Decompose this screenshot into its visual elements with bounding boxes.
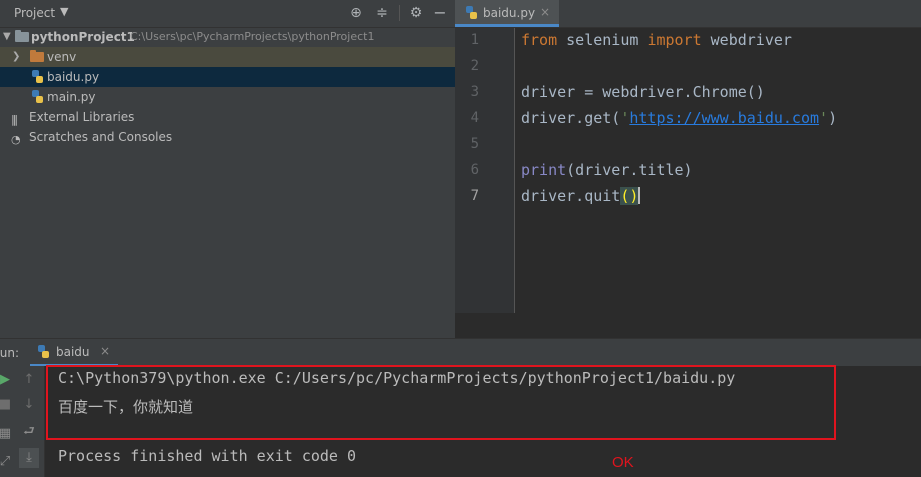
line-number: 1 <box>470 32 479 48</box>
line-number-gutter: 1 2 3 4 5 6 7 <box>455 28 515 313</box>
pin-icon[interactable]: ⤢ <box>0 452 15 472</box>
soft-wrap-icon[interactable]: ⮐ <box>19 422 39 442</box>
text-cursor <box>638 187 641 204</box>
python-file-icon <box>32 90 43 103</box>
arrow-up-icon[interactable]: ↑ <box>19 370 39 390</box>
editor-tab-baidu-py[interactable]: baidu.py × <box>455 0 559 27</box>
annotation-highlight-box <box>46 365 836 440</box>
folder-icon <box>15 30 29 42</box>
url-link[interactable]: https://www.baidu.com <box>629 109 819 127</box>
run-toolbar-primary: ▶ ■ ▦ ⤢ <box>0 366 14 477</box>
code-line-6: print(driver.title) <box>521 161 693 179</box>
project-view-selector[interactable]: Project <box>14 6 55 20</box>
tree-item-label: Scratches and Consoles <box>29 130 173 144</box>
tree-item-scratches[interactable]: ◔ Scratches and Consoles <box>0 127 455 147</box>
keyword: from <box>521 31 558 49</box>
collapse-all-icon[interactable]: ≑ <box>373 4 391 22</box>
line-number: 6 <box>470 162 479 178</box>
gear-icon[interactable]: ⚙ <box>407 4 425 22</box>
python-file-icon <box>38 345 49 358</box>
builtin-function: print <box>521 161 567 179</box>
toolbar-separator <box>399 5 400 21</box>
python-file-icon <box>32 70 43 83</box>
editor-tab-label: baidu.py <box>483 6 536 20</box>
code-line-4: driver.get('https://www.baidu.com') <box>521 109 837 127</box>
chevron-right-icon[interactable]: ❯ <box>12 47 20 67</box>
restore-layout-icon[interactable]: ▦ <box>0 424 15 444</box>
line-number: 5 <box>470 136 479 152</box>
python-file-icon <box>466 6 477 19</box>
tree-item-main-py[interactable]: main.py <box>0 87 455 107</box>
run-panel-title: Run: <box>0 346 20 360</box>
code-text: ) <box>828 109 838 127</box>
run-tab-label: baidu <box>56 345 90 359</box>
code-text: webdriver <box>701 31 792 49</box>
close-icon[interactable]: × <box>540 5 550 19</box>
project-panel-header: Project ▼ ⊕ ≑ ⚙ − <box>0 0 455 28</box>
run-toolbar-secondary: ↑ ↓ ⮐ ⤓ <box>14 366 45 477</box>
arrow-down-icon[interactable]: ↓ <box>19 395 39 415</box>
hide-panel-icon[interactable]: − <box>431 4 449 22</box>
run-panel-header: Run: baidu × <box>0 338 921 367</box>
chevron-down-icon[interactable]: ▼ <box>3 27 11 47</box>
project-path: C:\Users\pc\PycharmProjects\pythonProjec… <box>130 30 375 43</box>
console-line-exit: Process finished with exit code 0 <box>58 447 357 465</box>
tree-item-project-root[interactable]: ▼ pythonProject1 C:\Users\pc\PycharmProj… <box>0 27 455 47</box>
annotation-ok-label: OK <box>612 454 634 471</box>
scroll-to-end-icon[interactable]: ⤓ <box>19 448 39 468</box>
string-quote: ' <box>819 109 829 127</box>
tree-item-label: baidu.py <box>47 70 100 84</box>
scratches-icon: ◔ <box>11 133 21 146</box>
matched-parentheses: () <box>620 187 639 205</box>
stop-icon[interactable]: ■ <box>0 395 15 415</box>
code-line-1: from selenium import webdriver <box>521 31 792 49</box>
tree-item-baidu-py[interactable]: baidu.py <box>0 67 455 87</box>
tree-item-venv[interactable]: ❯ venv <box>0 47 455 67</box>
line-number: 4 <box>470 110 479 126</box>
close-icon[interactable]: × <box>100 344 110 358</box>
code-editor[interactable] <box>455 28 921 338</box>
code-text: driver.quit <box>521 187 621 205</box>
tree-item-label: pythonProject1 <box>31 30 135 44</box>
rerun-icon[interactable]: ▶ <box>0 370 15 390</box>
code-text: selenium <box>557 31 648 49</box>
chevron-down-icon[interactable]: ▼ <box>60 5 68 18</box>
keyword: import <box>647 31 702 49</box>
run-tab-baidu[interactable]: baidu × <box>30 339 118 367</box>
code-line-7: driver.quit() <box>521 187 641 205</box>
code-text: (driver.title) <box>566 161 693 179</box>
tree-item-label: External Libraries <box>29 110 135 124</box>
line-number: 7 <box>470 188 479 204</box>
line-number: 2 <box>470 58 479 74</box>
tree-item-label: main.py <box>47 90 96 104</box>
code-text: driver.get( <box>521 109 621 127</box>
editor-tab-bar: baidu.py × <box>455 0 921 28</box>
code-line-3: driver = webdriver.Chrome() <box>521 83 765 101</box>
locate-file-icon[interactable]: ⊕ <box>347 4 365 22</box>
line-number: 3 <box>470 84 479 100</box>
tree-item-label: venv <box>47 50 77 64</box>
tree-item-external-libraries[interactable]: ||| External Libraries <box>0 107 455 127</box>
folder-icon <box>30 50 44 62</box>
